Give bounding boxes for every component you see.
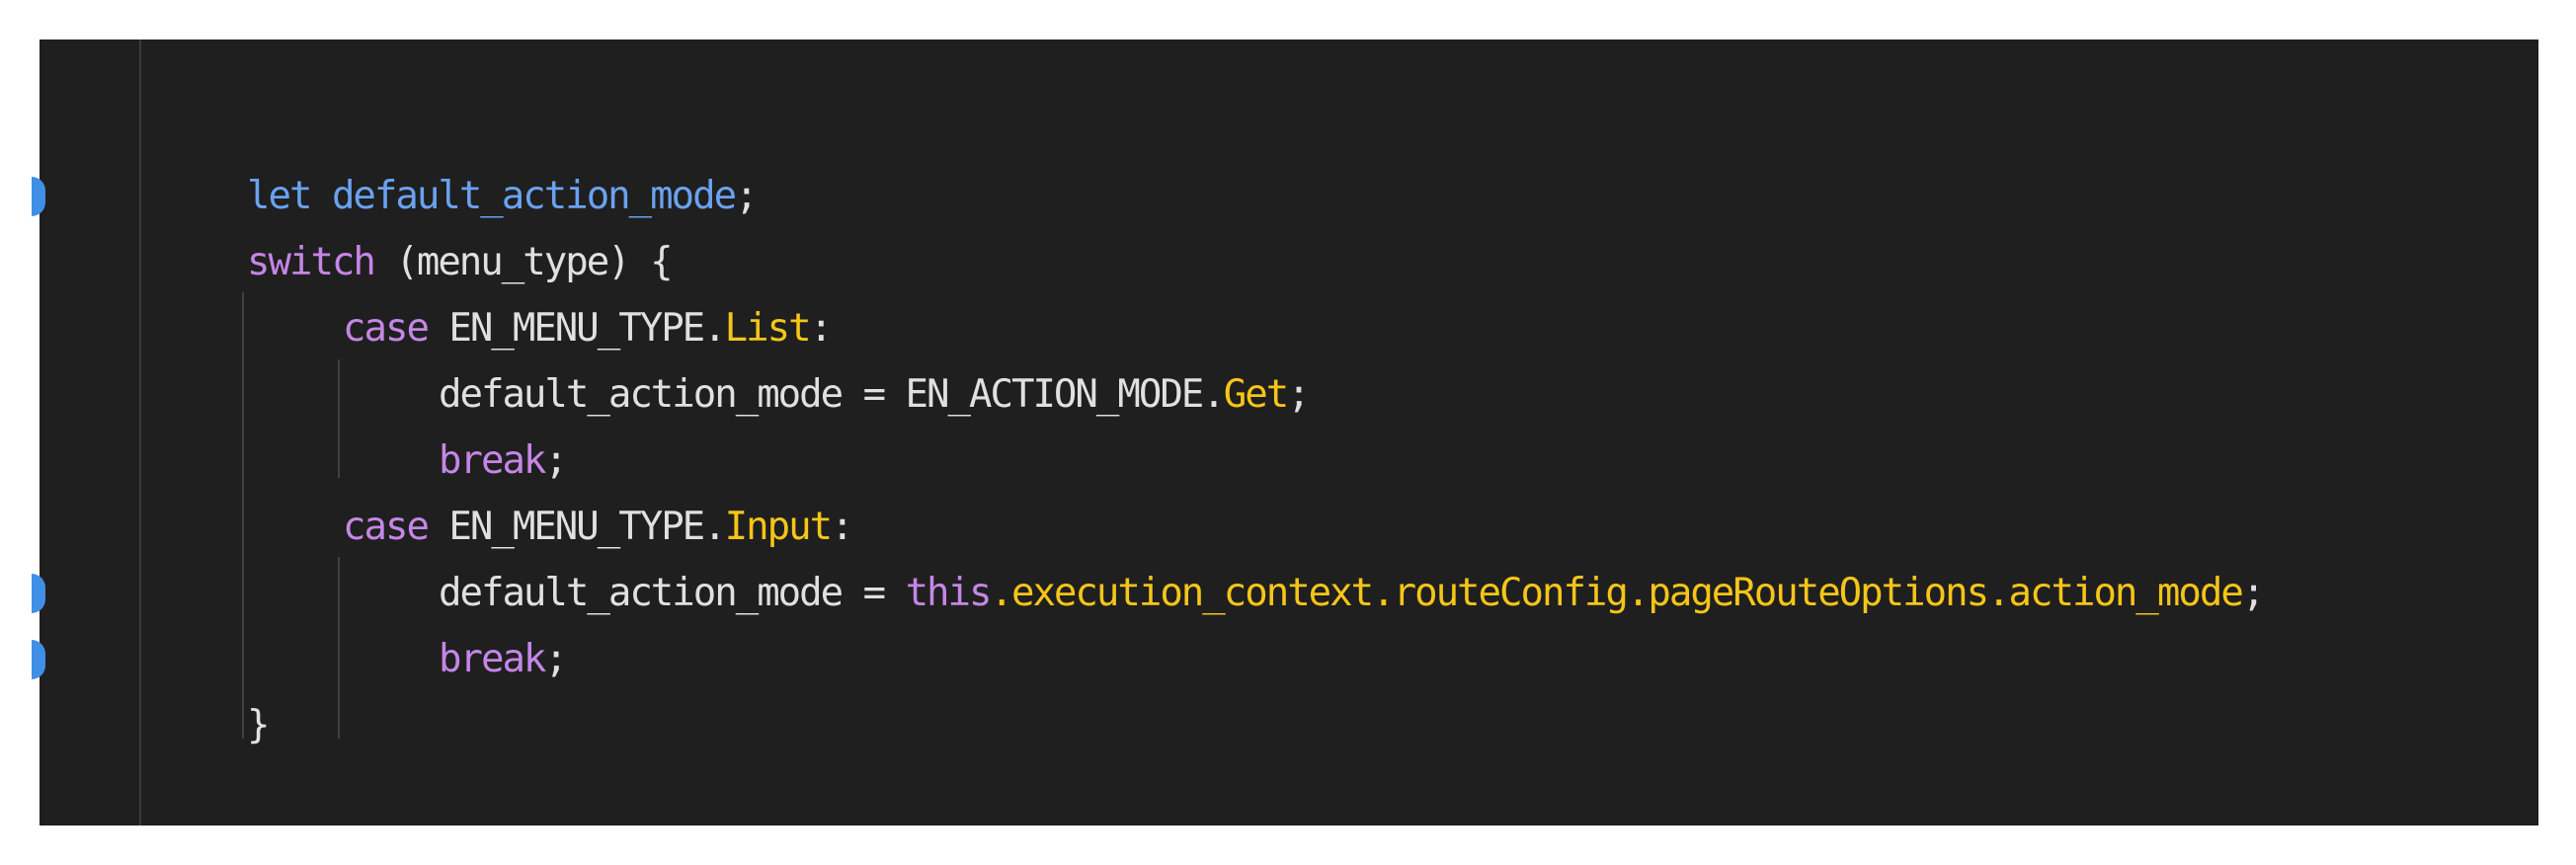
code-line[interactable]: default_action_mode = EN_ACTION_MODE.Get…	[439, 362, 1311, 428]
code-editor[interactable]: let default_action_mode; switch (menu_typ…	[32, 39, 2538, 826]
modified-line-marker	[32, 574, 45, 613]
gutter-divider	[139, 39, 141, 826]
code-token: (menu_type) {	[373, 240, 673, 284]
code-line[interactable]: case EN_MENU_TYPE.Input:	[343, 495, 854, 560]
code-token: :	[809, 306, 834, 351]
code-line[interactable]: default_action_mode = this.execution_con…	[439, 561, 2266, 626]
code-token: default_action_mode =	[439, 571, 906, 615]
code-token: break	[439, 438, 546, 483]
code-token: case	[343, 505, 430, 549]
code-token: }	[247, 703, 271, 747]
indent-guide-case-input	[338, 557, 340, 739]
code-token: switch	[247, 240, 376, 284]
code-token: break	[439, 637, 546, 681]
code-token: ;	[544, 438, 568, 483]
code-line[interactable]: }	[247, 693, 271, 758]
code-token: case	[343, 306, 430, 351]
code-token: List	[724, 306, 812, 351]
code-line[interactable]: break;	[439, 627, 568, 692]
modified-line-marker	[32, 640, 45, 679]
modified-line-marker	[32, 177, 45, 216]
code-line[interactable]: let default_action_mode;	[247, 164, 759, 229]
code-token: Input	[724, 505, 833, 549]
code-token: EN_MENU_TYPE.	[427, 306, 726, 351]
code-token: EN_MENU_TYPE.	[427, 505, 726, 549]
code-token: ;	[735, 174, 759, 218]
code-line[interactable]: break;	[439, 429, 568, 494]
code-token: default_action_mode = EN_ACTION_MODE.	[439, 372, 1226, 417]
indent-guide-switch	[242, 292, 244, 739]
code-line[interactable]: case EN_MENU_TYPE.List:	[343, 296, 834, 361]
code-line[interactable]: switch (menu_type) {	[247, 230, 674, 295]
code-token: this	[905, 571, 993, 615]
code-token: .execution_context.routeConfig.pageRoute…	[990, 571, 2243, 615]
code-token: ;	[2241, 571, 2266, 615]
code-token: default_action_mode	[331, 174, 737, 218]
code-token: let	[247, 174, 312, 218]
indent-guide-case-list	[338, 359, 340, 478]
code-token: :	[831, 505, 854, 549]
code-token: Get	[1223, 372, 1289, 417]
code-token: ;	[544, 637, 568, 681]
code-token: ;	[1287, 372, 1311, 417]
